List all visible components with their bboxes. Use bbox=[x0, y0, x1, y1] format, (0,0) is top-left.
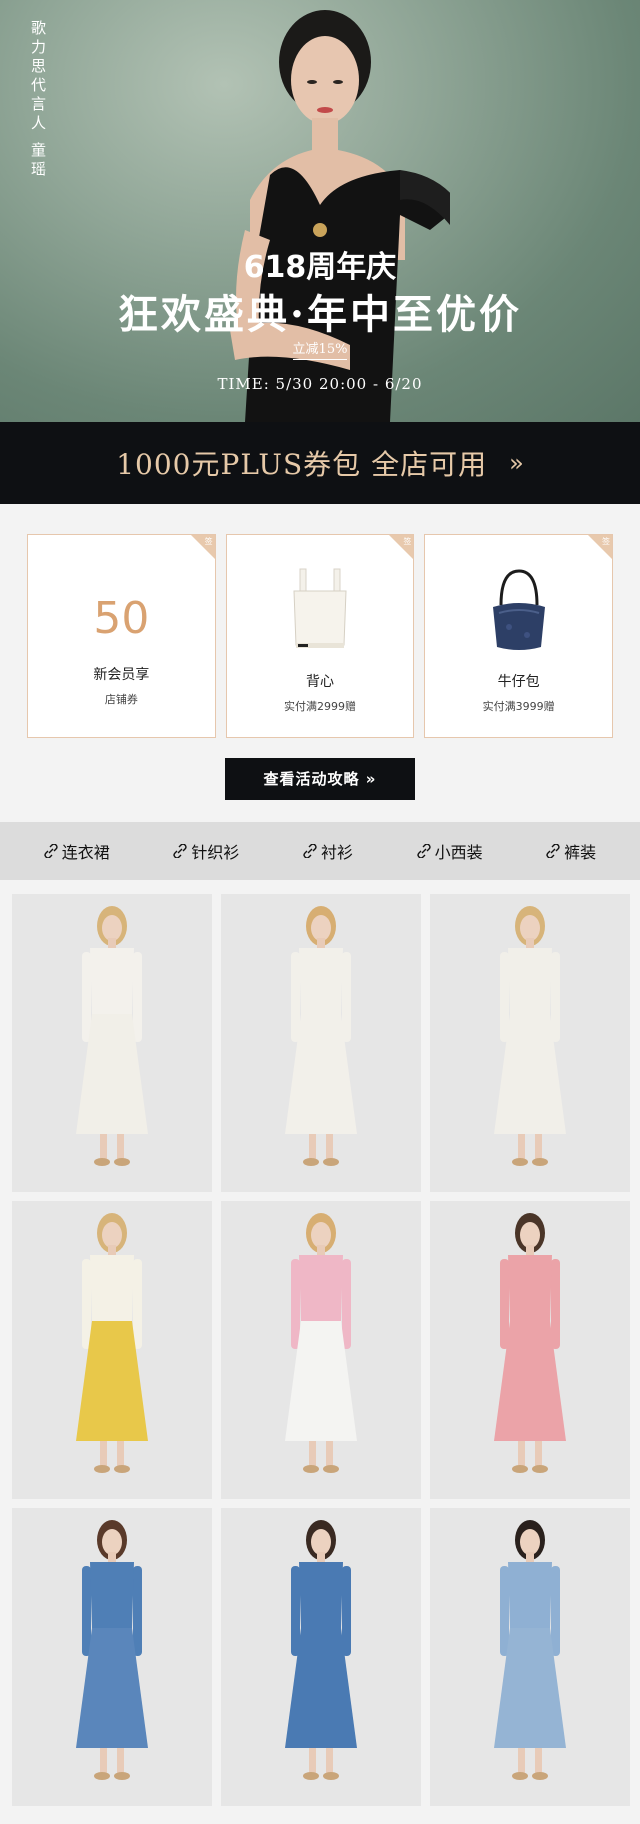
spokesperson-title: 歌力思代言人 bbox=[29, 20, 47, 134]
guide-wrap: 查看活动攻略 » bbox=[0, 738, 640, 800]
category-label: 针织衫 bbox=[191, 843, 240, 862]
category-label: 衬衫 bbox=[320, 843, 353, 862]
product-tile-white-cami-dress[interactable] bbox=[12, 894, 212, 1192]
coupon-denim-bag-gift[interactable]: 签 牛仔包 实付满3999赠 bbox=[424, 534, 614, 738]
product-image bbox=[221, 894, 421, 1192]
product-tile-white-belted-dress[interactable] bbox=[221, 894, 421, 1192]
product-tile-denim-shirt-dress[interactable] bbox=[12, 1508, 212, 1806]
tank-top-image bbox=[293, 568, 347, 648]
category-pants[interactable]: 裤装 bbox=[546, 839, 596, 863]
hero-discount-text: 立减15% bbox=[292, 342, 348, 360]
product-image bbox=[221, 1508, 421, 1806]
product-image bbox=[12, 1201, 212, 1499]
coupon-subtitle: 实付满3999赠 bbox=[482, 700, 555, 713]
coupon-new-member[interactable]: 签 50 新会员享 店铺券 bbox=[27, 534, 216, 738]
product-tile-white-lace-dress[interactable] bbox=[430, 894, 630, 1192]
coupon-corner-label: 签 bbox=[602, 537, 611, 546]
coupon-corner-label: 签 bbox=[204, 537, 213, 546]
coupon-title: 背心 bbox=[306, 674, 334, 690]
product-tile-pink-cardigan-white-pants[interactable] bbox=[221, 1201, 421, 1499]
category-label: 小西装 bbox=[434, 843, 483, 862]
hero-discount: 立减15% bbox=[0, 338, 640, 360]
product-image bbox=[12, 1508, 212, 1806]
product-tile-pink-knit-dress[interactable] bbox=[430, 1201, 630, 1499]
coupon-subtitle: 店铺券 bbox=[104, 693, 138, 706]
activity-guide-button[interactable]: 查看活动攻略 » bbox=[225, 758, 415, 800]
link-icon bbox=[416, 844, 431, 858]
link-icon bbox=[546, 844, 560, 858]
product-image bbox=[430, 1201, 630, 1499]
category-blazers[interactable]: 小西装 bbox=[416, 839, 483, 863]
link-icon bbox=[303, 844, 317, 858]
category-knitwear[interactable]: 针织衫 bbox=[173, 839, 239, 863]
hero-banner[interactable]: 歌力思代言人 童瑶 618周年庆 狂欢盛典·年中至优价 立减15% TIME: … bbox=[0, 0, 640, 422]
coupon-subtitle: 实付满2999赠 bbox=[284, 700, 356, 713]
coupon-title: 新会员享 bbox=[93, 667, 150, 683]
product-image bbox=[430, 1508, 630, 1806]
plus-coupon-text: 1000元PLUS券包 全店可用 bbox=[116, 448, 488, 481]
page: 歌力思代言人 童瑶 618周年庆 狂欢盛典·年中至优价 立减15% TIME: … bbox=[0, 0, 640, 1824]
spokesperson-label: 歌力思代言人 童瑶 bbox=[28, 20, 49, 180]
link-icon bbox=[44, 844, 58, 858]
product-tile-yellow-floral-set[interactable] bbox=[12, 1201, 212, 1499]
category-label: 连衣裙 bbox=[61, 843, 110, 862]
product-image bbox=[430, 894, 630, 1192]
coupon-title: 牛仔包 bbox=[497, 674, 540, 690]
coupon-amount: 50 bbox=[93, 593, 150, 644]
hero-anniversary-title: 618周年庆 bbox=[243, 250, 397, 285]
category-dresses[interactable]: 连衣裙 bbox=[44, 839, 110, 863]
category-bar: 连衣裙 针织衫 衬衫 小西装 裤装 bbox=[0, 822, 640, 880]
category-shirts[interactable]: 衬衫 bbox=[303, 839, 353, 863]
double-chevron-right-icon: » bbox=[509, 449, 524, 477]
product-tile-denim-tiered-dress[interactable] bbox=[221, 1508, 421, 1806]
denim-bag-image bbox=[492, 569, 545, 650]
coupon-row: 签 50 新会员享 店铺券 签 背心 实付满2999赠 签 牛仔包 实付满399… bbox=[0, 504, 640, 738]
plus-coupon-bar[interactable]: 1000元PLUS券包 全店可用 » bbox=[0, 422, 640, 504]
coupon-corner-label: 签 bbox=[403, 537, 412, 546]
product-grid bbox=[0, 880, 640, 1806]
product-tile-light-denim-dress[interactable] bbox=[430, 1508, 630, 1806]
hero-time: TIME: 5/30 20:00 - 6/20 bbox=[217, 375, 423, 393]
hero-main-title: 狂欢盛典·年中至优价 bbox=[118, 291, 522, 338]
spokesperson-name: 童瑶 bbox=[29, 142, 47, 180]
coupon-tank-top-gift[interactable]: 签 背心 实付满2999赠 bbox=[225, 534, 415, 738]
category-label: 裤装 bbox=[564, 843, 597, 862]
link-icon bbox=[173, 844, 188, 858]
product-image bbox=[221, 1201, 421, 1499]
product-image bbox=[12, 894, 212, 1192]
